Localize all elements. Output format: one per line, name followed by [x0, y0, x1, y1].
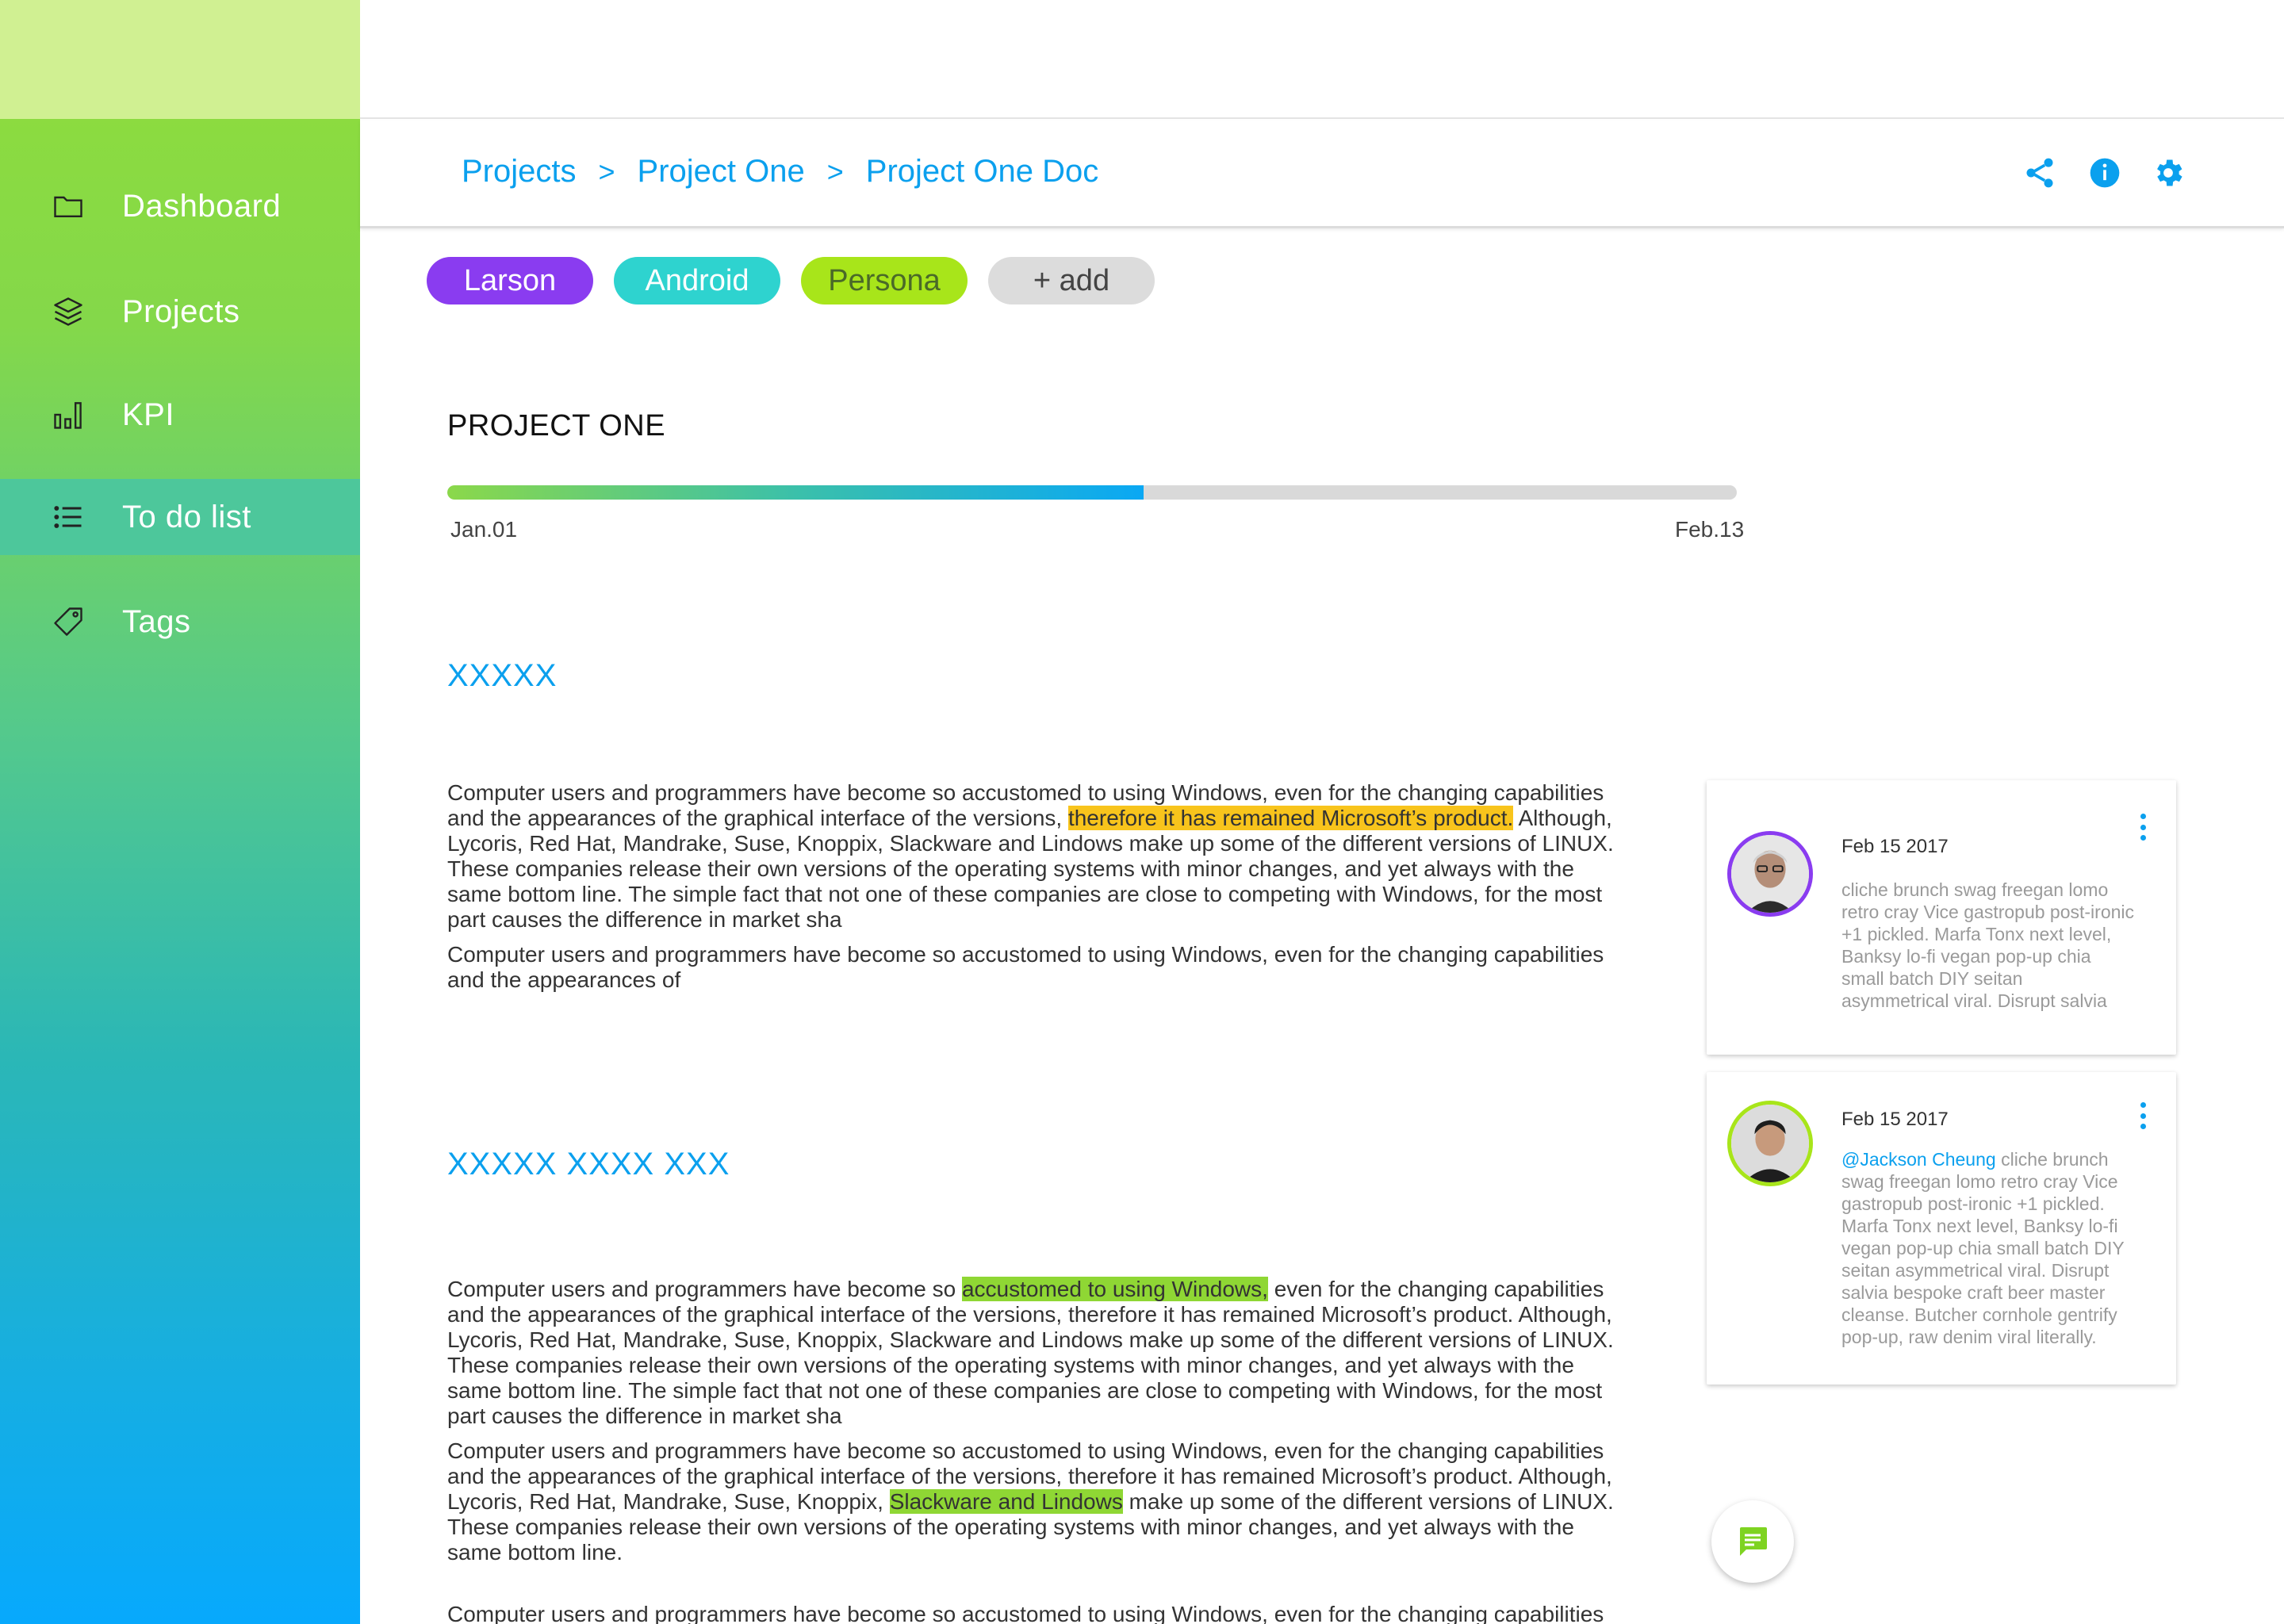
list-icon	[49, 498, 87, 536]
more-options-icon[interactable]	[2135, 1102, 2151, 1129]
breadcrumb-projects[interactable]: Projects	[462, 154, 577, 190]
paragraph-text: Computer users and programmers have beco…	[447, 1277, 962, 1301]
sidebar-item-label: Tags	[122, 603, 191, 639]
section-heading: XXXXX	[447, 658, 558, 693]
page-header: Projects > Project One > Project One Doc	[360, 121, 2284, 228]
paragraph: Computer users and programmers have beco…	[447, 942, 1604, 992]
paragraph: Computer users and programmers have beco…	[447, 780, 1621, 933]
sidebar-item-tags[interactable]: Tags	[0, 584, 360, 660]
sidebar-item-label: KPI	[122, 396, 174, 432]
user-mention-link[interactable]: @Jackson Cheung	[1841, 1149, 1996, 1170]
project-progress-fill	[447, 485, 1144, 500]
comment-text: cliche brunch swag freegan lomo retro cr…	[1841, 879, 2135, 1011]
project-title: PROJECT ONE	[447, 409, 666, 442]
add-tag-button[interactable]: + add	[988, 257, 1155, 304]
comment-text: @Jackson Cheung cliche brunch swag freeg…	[1841, 1148, 2135, 1348]
sidebar-item-todo-list[interactable]: To do list	[0, 479, 360, 555]
highlighted-text[interactable]: Slackware and Lindows	[889, 1489, 1123, 1514]
breadcrumb-project-one-doc[interactable]: Project One Doc	[866, 154, 1098, 190]
progress-end-date: Feb.13	[1675, 517, 1745, 542]
comment-body: cliche brunch swag freegan lomo retro cr…	[1841, 1149, 2125, 1347]
paragraph: Computer users and programmers have beco…	[447, 1438, 1621, 1565]
sidebar-item-label: Projects	[122, 293, 240, 329]
highlighted-text[interactable]: therefore it has remained Microsoft’s pr…	[1067, 806, 1514, 830]
tag-chip-persona[interactable]: Persona	[801, 257, 968, 304]
sidebar-item-kpi[interactable]: KPI	[0, 377, 360, 453]
sidebar-item-label: To do list	[122, 499, 251, 534]
breadcrumb-project-one[interactable]: Project One	[638, 154, 805, 190]
avatar[interactable]	[1727, 1101, 1813, 1186]
sidebar-item-label: Dashboard	[122, 188, 282, 224]
comment-card: Feb 15 2017 cliche brunch swag freegan l…	[1707, 780, 2176, 1055]
comment-icon	[1734, 1522, 1772, 1561]
comment-date: Feb 15 2017	[1841, 836, 1949, 857]
layers-icon	[49, 293, 87, 331]
breadcrumb-separator: >	[826, 155, 844, 188]
settings-icon[interactable]	[2148, 152, 2189, 193]
section-heading: XXXXX XXXX XXX	[447, 1147, 730, 1182]
paragraph: Computer users and programmers have beco…	[447, 1277, 1621, 1429]
paragraph: Computer users and programmers have beco…	[447, 1602, 1604, 1624]
tag-chip-android[interactable]: Android	[614, 257, 780, 304]
sidebar-item-dashboard[interactable]: Dashboard	[0, 168, 360, 244]
breadcrumb-separator: >	[598, 155, 615, 188]
sidebar-logo-area	[0, 0, 360, 119]
share-icon[interactable]	[2019, 152, 2060, 193]
comment-card: Feb 15 2017 @Jackson Cheung cliche brunc…	[1707, 1072, 2176, 1385]
avatar[interactable]	[1727, 831, 1813, 917]
bar-chart-icon	[49, 396, 87, 434]
folder-icon	[49, 187, 87, 225]
add-comment-button[interactable]	[1711, 1500, 1794, 1583]
more-options-icon[interactable]	[2135, 814, 2151, 841]
breadcrumb: Projects > Project One > Project One Doc	[462, 154, 1098, 190]
sidebar-item-projects[interactable]: Projects	[0, 274, 360, 350]
comment-date: Feb 15 2017	[1841, 1109, 1949, 1130]
tag-icon	[49, 603, 87, 641]
top-bar	[360, 0, 2284, 119]
info-icon[interactable]	[2084, 152, 2125, 193]
progress-start-date: Jan.01	[450, 517, 518, 542]
project-progress-bar	[447, 485, 1737, 500]
sidebar: Dashboard Projects KPI To do list Tags	[0, 0, 360, 1624]
tag-chip-larson[interactable]: Larson	[427, 257, 593, 304]
highlighted-text[interactable]: accustomed to using Windows,	[961, 1277, 1268, 1301]
